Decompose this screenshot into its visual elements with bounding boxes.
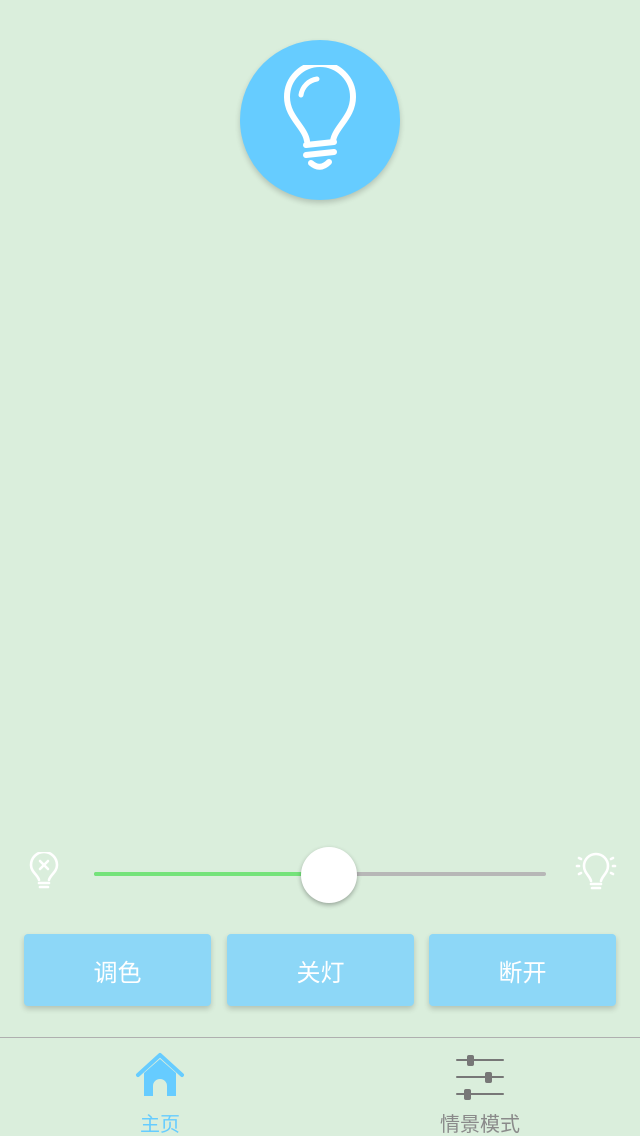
brightness-slider-fill [94,872,330,876]
disconnect-button[interactable]: 断开 [429,934,616,1006]
action-buttons: 调色 关灯 断开 [24,934,616,1006]
tab-home[interactable]: 主页 [0,1038,320,1136]
tab-bar: 主页 情景模式 [0,1037,640,1136]
tab-home-label: 主页 [140,1112,180,1136]
bulb-bright-icon [575,852,617,890]
lightbulb-icon [284,65,356,170]
bulb-off-icon [29,852,59,889]
color-adjust-button[interactable]: 调色 [24,934,211,1006]
light-off-button[interactable]: 关灯 [227,934,414,1006]
tab-scene-mode-label: 情景模式 [440,1112,520,1136]
home-icon [136,1053,184,1096]
power-toggle-button[interactable] [240,40,400,200]
brightness-slider-row [0,840,640,910]
main-screen: 调色 关灯 断开 主页 情景模式 [0,0,640,1136]
tab-scene-mode[interactable]: 情景模式 [320,1038,640,1136]
brightness-slider-thumb[interactable] [301,847,358,903]
brightness-slider[interactable] [94,847,546,903]
sliders-icon [456,1055,504,1100]
